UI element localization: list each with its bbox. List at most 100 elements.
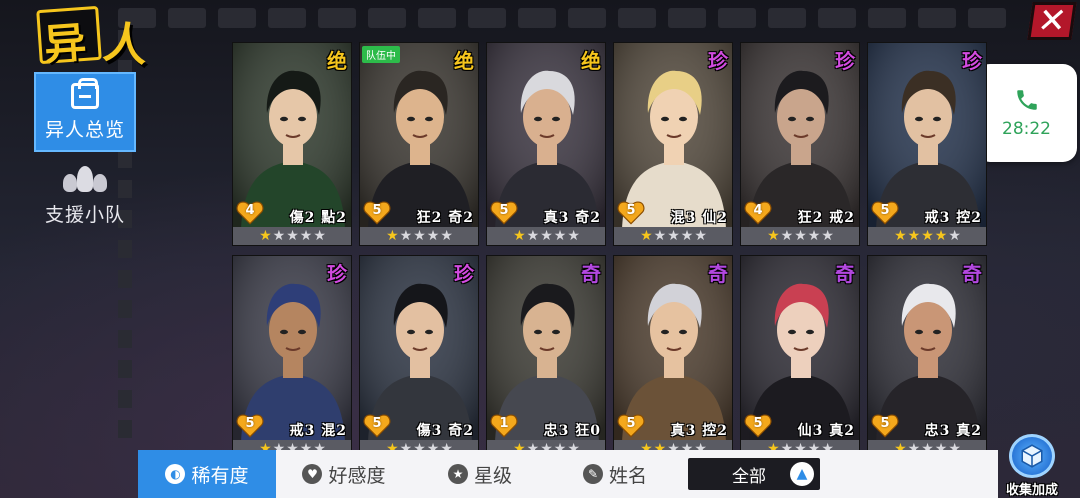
in-team-badge: 队伍中 xyxy=(362,46,400,63)
rarity-icon: ◐ xyxy=(165,464,186,484)
sidebar-item-support-team[interactable]: 支援小队 xyxy=(34,156,136,236)
page-logo: 异 人 xyxy=(36,5,150,72)
rarity-badge: 珍 xyxy=(327,262,347,286)
group-icon xyxy=(63,165,107,194)
character-card[interactable]: 绝 5 真3 奇2 ★★★★★ xyxy=(486,42,606,246)
affection-heart-icon: 5 xyxy=(490,199,518,227)
affection-level: 4 xyxy=(753,203,763,218)
rarity-badge: 珍 xyxy=(835,49,855,73)
star-rating: ★★★★★ xyxy=(614,227,732,245)
affection-level: 5 xyxy=(626,416,636,431)
affection-level: 4 xyxy=(245,203,255,218)
affection-level: 5 xyxy=(626,203,636,218)
skill-tags: 傷2 點2 xyxy=(289,210,347,226)
affection-heart-icon: 5 xyxy=(871,199,899,227)
cube-icon xyxy=(1009,434,1055,478)
rarity-badge: 奇 xyxy=(708,262,728,286)
skill-tags: 忠3 真2 xyxy=(924,423,982,439)
character-card[interactable]: 珍 5 戒3 控2 ★★★★★ xyxy=(867,42,987,246)
character-card[interactable]: 奇 5 真3 控2 ★★★★★ xyxy=(613,255,733,459)
affection-heart-icon: 4 xyxy=(744,199,772,227)
skill-tags: 仙3 真2 xyxy=(797,423,855,439)
character-card[interactable]: 队伍中 绝 5 狂2 奇2 ★★★★★ xyxy=(359,42,479,246)
skill-tags: 狂2 戒2 xyxy=(797,210,855,226)
affection-level: 1 xyxy=(499,416,509,431)
affection-heart-icon: 5 xyxy=(236,412,264,440)
character-card[interactable]: 奇 5 忠3 真2 ★★★★★ xyxy=(867,255,987,459)
affection-level: 5 xyxy=(499,203,509,218)
skill-tags: 真3 奇2 xyxy=(543,210,601,226)
rarity-badge: 绝 xyxy=(454,49,474,73)
skill-tags: 忠3 狂0 xyxy=(543,423,601,439)
sort-tab-name[interactable]: ✎ 姓名 xyxy=(548,450,682,498)
skill-tags: 真3 控2 xyxy=(670,423,728,439)
rarity-badge: 珍 xyxy=(708,49,728,73)
affection-heart-icon: 5 xyxy=(617,412,645,440)
collect-bonus-label: 收集加成 xyxy=(1005,483,1058,498)
rarity-badge: 绝 xyxy=(581,49,601,73)
character-card[interactable]: 奇 5 仙3 真2 ★★★★★ xyxy=(740,255,860,459)
sort-tab-star[interactable]: ★ 星级 xyxy=(412,450,548,498)
call-widget[interactable]: 28:22 xyxy=(976,64,1077,162)
skill-tags: 戒3 控2 xyxy=(924,210,982,226)
sort-tab-rarity[interactable]: ◐ 稀有度 xyxy=(138,450,276,498)
sidebar-item-overview[interactable]: 异人总览 xyxy=(34,72,136,152)
filter-dropdown[interactable]: 全部 ▲ xyxy=(688,458,820,490)
rarity-badge: 奇 xyxy=(962,262,982,286)
star-rating: ★★★★★ xyxy=(487,227,605,245)
affection-level: 5 xyxy=(880,416,890,431)
sort-tab-label: 星级 xyxy=(473,464,512,487)
rarity-badge: 奇 xyxy=(581,262,601,286)
skill-tags: 戒3 混2 xyxy=(289,423,347,439)
film-strip-decoration xyxy=(118,8,1038,30)
affection-level: 5 xyxy=(372,416,382,431)
rarity-badge: 珍 xyxy=(962,49,982,73)
close-icon: ✕ xyxy=(1034,1,1070,41)
affection-heart-icon: 5 xyxy=(363,199,391,227)
affection-level: 5 xyxy=(880,203,890,218)
character-card[interactable]: 珍 5 混3 仙2 ★★★★★ xyxy=(613,42,733,246)
collect-bonus-button[interactable]: 收集加成 xyxy=(996,434,1068,498)
character-grid: 绝 4 傷2 點2 ★★★★★ 队伍中 绝 5 狂2 奇2 ★★★★★ 绝 5 … xyxy=(232,42,988,459)
sort-tab-label: 稀有度 xyxy=(191,464,249,487)
logo-char-2: 人 xyxy=(100,16,151,73)
skill-tags: 狂2 奇2 xyxy=(416,210,474,226)
affection-level: 5 xyxy=(245,416,255,431)
affection-level: 5 xyxy=(372,203,382,218)
character-card[interactable]: 绝 4 傷2 點2 ★★★★★ xyxy=(232,42,352,246)
star-rating: ★★★★★ xyxy=(233,227,351,245)
affection-level: 5 xyxy=(753,416,763,431)
sort-tab-label: 姓名 xyxy=(608,464,647,487)
logo-char-1: 异 xyxy=(42,17,88,70)
rarity-badge: 绝 xyxy=(327,49,347,73)
affection-heart-icon: 1 xyxy=(490,412,518,440)
rarity-badge: 珍 xyxy=(454,262,474,286)
skill-tags: 混3 仙2 xyxy=(670,210,728,226)
sort-tab-label: 好感度 xyxy=(328,464,386,487)
heart-icon: ♥ xyxy=(302,464,323,484)
affection-heart-icon: 5 xyxy=(617,199,645,227)
star-icon: ★ xyxy=(447,464,468,484)
star-rating: ★★★★★ xyxy=(360,227,478,245)
affection-heart-icon: 4 xyxy=(236,199,264,227)
rarity-badge: 奇 xyxy=(835,262,855,286)
affection-heart-icon: 5 xyxy=(744,412,772,440)
sidebar-item-label: 异人总览 xyxy=(44,118,125,141)
star-rating: ★★★★★ xyxy=(741,227,859,245)
document-icon xyxy=(71,77,99,109)
sort-tab-affection[interactable]: ♥ 好感度 xyxy=(276,450,412,498)
character-card[interactable]: 珍 5 傷3 奇2 ★★★★★ xyxy=(359,255,479,459)
affection-heart-icon: 5 xyxy=(871,412,899,440)
filter-label: 全部 xyxy=(732,466,766,487)
close-button[interactable]: ✕ xyxy=(1027,1,1077,41)
phone-icon xyxy=(1016,90,1037,110)
star-rating: ★★★★★ xyxy=(868,227,986,245)
sidebar-item-label: 支援小队 xyxy=(44,203,125,226)
arrow-up-icon: ▲ xyxy=(790,462,814,486)
character-card[interactable]: 珍 5 戒3 混2 ★★★★★ xyxy=(232,255,352,459)
name-icon: ✎ xyxy=(582,464,603,484)
character-card[interactable]: 珍 4 狂2 戒2 ★★★★★ xyxy=(740,42,860,246)
skill-tags: 傷3 奇2 xyxy=(416,423,474,439)
affection-heart-icon: 5 xyxy=(363,412,391,440)
character-card[interactable]: 奇 1 忠3 狂0 ★★★★★ xyxy=(486,255,606,459)
